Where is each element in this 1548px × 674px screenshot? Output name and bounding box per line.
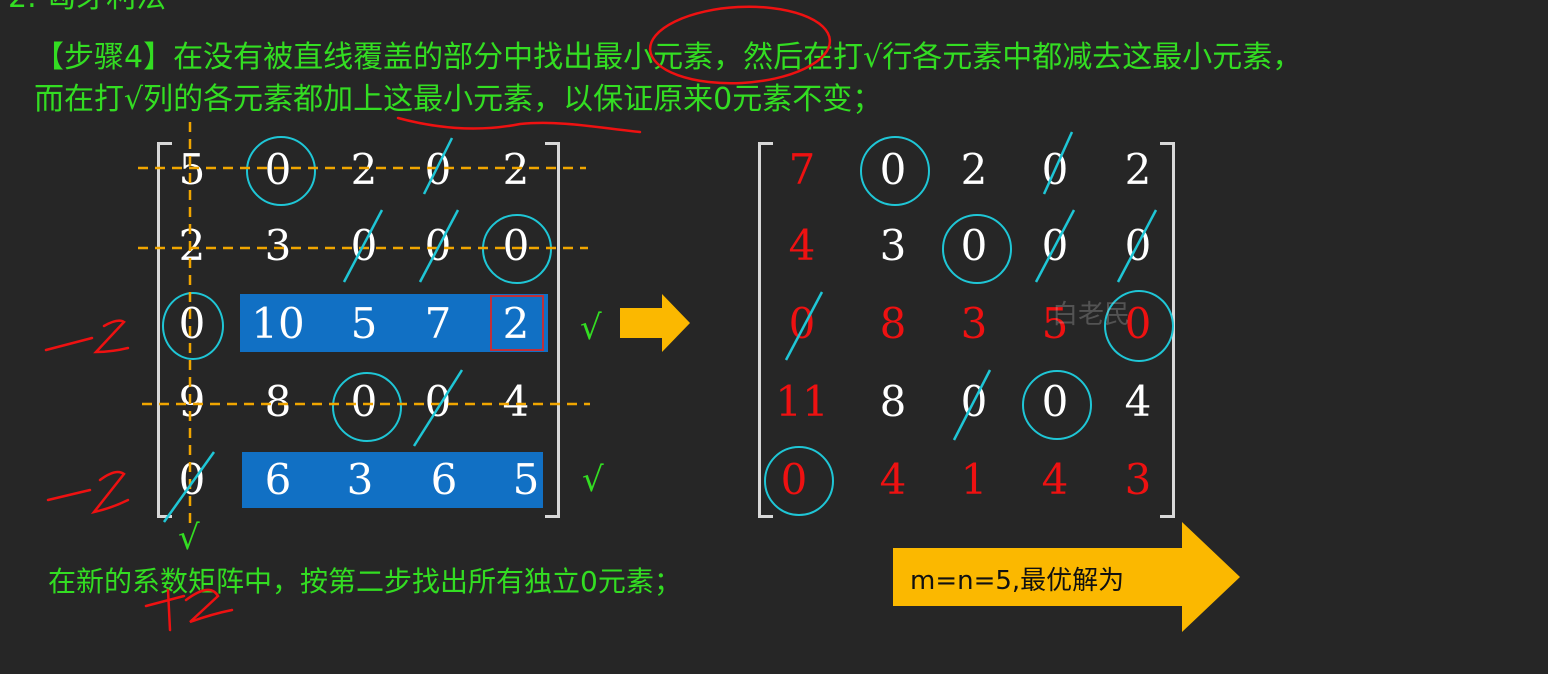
transform-arrow [620, 294, 690, 352]
zero-slash [784, 291, 824, 361]
pen-underline [396, 116, 642, 134]
zero-slash [422, 137, 454, 195]
pen-two-col1 [184, 588, 234, 624]
pen-two-row5 [90, 470, 130, 514]
pen-minus-row3 [44, 336, 94, 352]
pen-circle-highlight [648, 5, 832, 85]
pen-minus-row5 [46, 488, 92, 502]
zero-slash [418, 209, 460, 283]
zero-slash [1116, 209, 1158, 283]
zero-slash [952, 369, 992, 441]
result-label: m=n=5,最优解为 [910, 566, 1125, 596]
zero-slash [412, 369, 464, 447]
pen-two-row3 [93, 319, 130, 354]
overlay-drawings [44, 5, 1240, 632]
zero-slash [342, 209, 384, 283]
pen-plus-col1 [144, 588, 186, 632]
zero-slash [1042, 131, 1074, 195]
zero-slash [1034, 209, 1076, 283]
